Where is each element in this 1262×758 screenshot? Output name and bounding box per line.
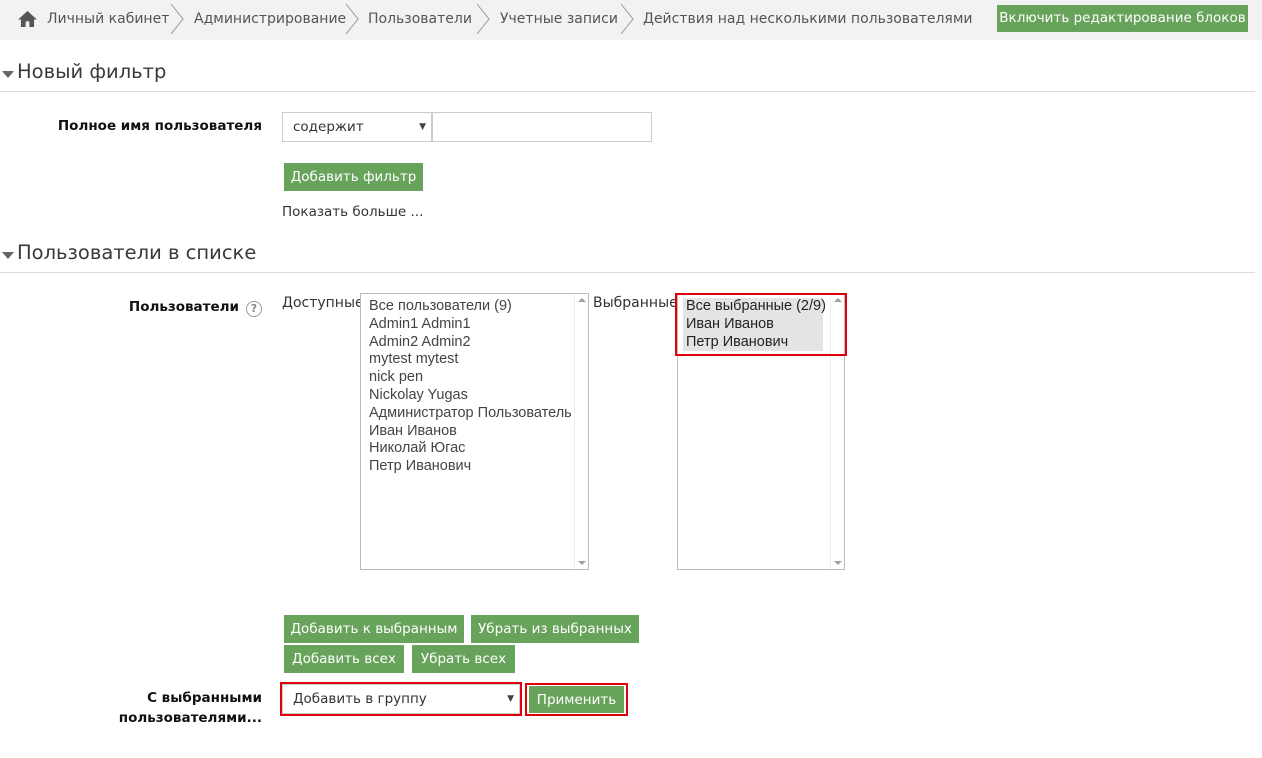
home-icon[interactable] [18, 11, 37, 27]
chevron-right-icon [345, 3, 359, 35]
add-to-selected-button[interactable]: Добавить к выбранным [284, 615, 464, 643]
scrollbar[interactable] [574, 294, 588, 569]
selected-users-options: Все выбранные (2/9) Иван Иванов Петр Ивано… [683, 298, 844, 352]
selected-users-list[interactable]: Все выбранные (2/9) Иван Иванов Петр Ивано… [677, 293, 845, 570]
list-item[interactable]: mytest mytest [361, 351, 588, 369]
remove-from-selected-button[interactable]: Убрать из выбранных [471, 615, 639, 643]
breadcrumb-accounts[interactable]: Учетные записи [500, 11, 618, 27]
edit-blocks-button[interactable]: Включить редактирование блоков [997, 5, 1248, 32]
chevron-right-icon [476, 3, 490, 35]
list-item[interactable]: Admin2 Admin2 [361, 334, 588, 352]
chevron-down-icon: ▼ [419, 122, 426, 132]
scroll-up-icon[interactable] [578, 298, 586, 302]
caret-down-icon [2, 252, 14, 259]
list-item[interactable]: Иван Иванов [361, 423, 588, 441]
available-users-list[interactable]: Все пользователи (9) Admin1 Admin1 Admin2 … [360, 293, 589, 570]
operator-select-value: содержит [293, 119, 364, 135]
add-filter-button[interactable]: Добавить фильтр [284, 163, 423, 191]
with-selected-label-line1: С выбранными [147, 690, 262, 706]
users-label: Пользователи [128, 299, 239, 315]
apply-button[interactable]: Применить [529, 686, 624, 713]
section-title: Пользователи в списке [17, 241, 257, 264]
chevron-down-icon: ▼ [507, 694, 514, 704]
bulk-action-select[interactable]: Добавить в группу ▼ [282, 684, 520, 714]
add-all-button[interactable]: Добавить всех [284, 645, 404, 673]
remove-all-button[interactable]: Убрать всех [412, 645, 515, 673]
scroll-up-icon[interactable] [834, 298, 842, 302]
users-section-header[interactable]: Пользователи в списке [0, 241, 1255, 273]
list-item[interactable]: nick pen [361, 369, 588, 387]
operator-select[interactable]: содержит ▼ [282, 112, 432, 142]
help-icon[interactable]: ? [246, 301, 262, 317]
selected-label: Выбранные [593, 295, 678, 311]
breadcrumb-home[interactable]: Личный кабинет [47, 11, 169, 27]
filter-section-header[interactable]: Новый фильтр [0, 60, 1255, 92]
breadcrumb-bar: Личный кабинет Администрирование Пользов… [0, 0, 1262, 40]
fullname-label: Полное имя пользователя [57, 118, 262, 134]
scroll-down-icon[interactable] [834, 561, 842, 565]
available-users-options: Все пользователи (9) Admin1 Admin1 Admin2 … [361, 298, 588, 476]
breadcrumb-users[interactable]: Пользователи [368, 11, 472, 27]
with-selected-label-line2: пользователями... [118, 710, 262, 726]
list-item[interactable]: Администратор Пользователь [361, 405, 588, 423]
show-more-link[interactable]: Показать больше ... [282, 204, 423, 220]
list-item[interactable]: Иван Иванов [683, 315, 823, 334]
fullname-filter-input[interactable] [432, 112, 652, 142]
list-item[interactable]: Nickolay Yugas [361, 387, 588, 405]
list-item[interactable]: Николай Югас [361, 440, 588, 458]
chevron-right-icon [170, 3, 184, 35]
available-label: Доступные [282, 295, 364, 311]
list-item[interactable]: Петр Иванович [683, 333, 823, 352]
breadcrumb-bulk-actions: Действия над несколькими пользователями [643, 11, 973, 27]
list-item[interactable]: Петр Иванович [361, 458, 588, 476]
section-title: Новый фильтр [17, 60, 167, 83]
list-item[interactable]: Все пользователи (9) [361, 298, 588, 316]
list-item[interactable]: Все выбранные (2/9) [683, 298, 826, 316]
scrollbar[interactable] [830, 294, 844, 569]
breadcrumb-administration[interactable]: Администрирование [194, 11, 346, 27]
bulk-action-select-value: Добавить в группу [293, 691, 427, 707]
chevron-right-icon [620, 3, 634, 35]
list-item[interactable]: Admin1 Admin1 [361, 316, 588, 334]
caret-down-icon [2, 71, 14, 78]
scroll-down-icon[interactable] [578, 561, 586, 565]
